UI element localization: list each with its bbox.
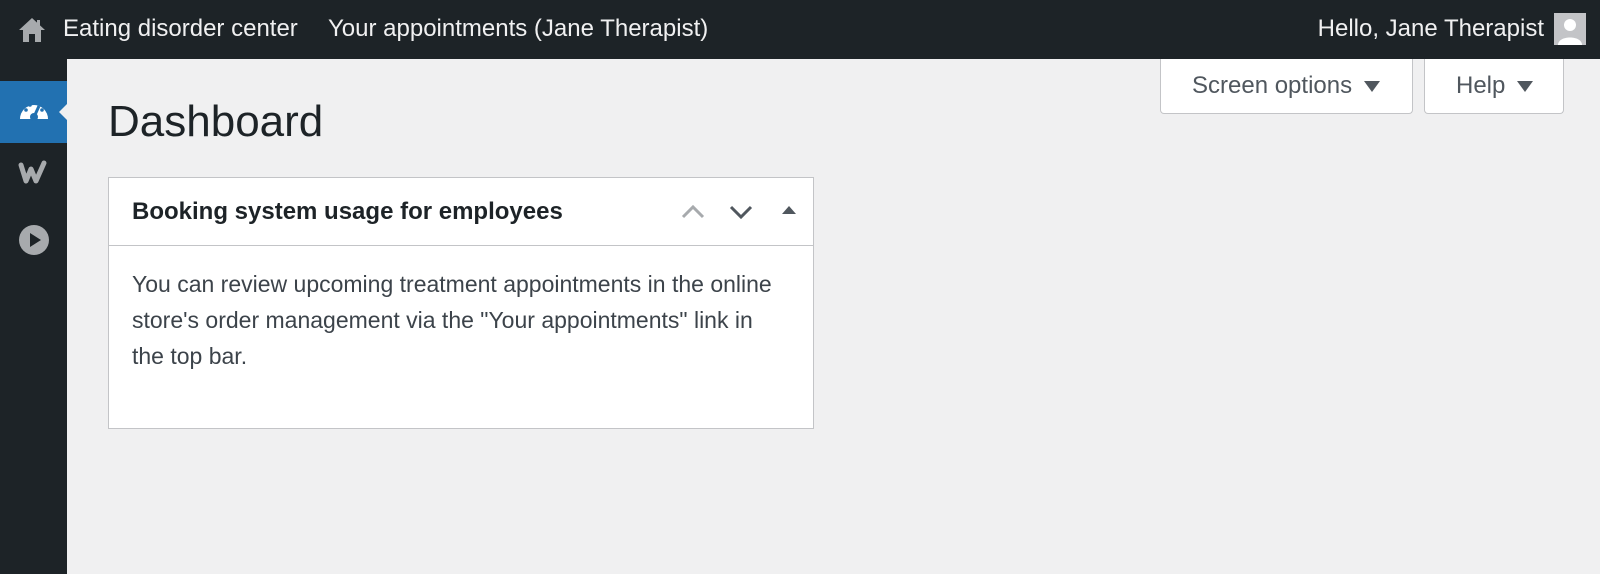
dashboard-widget: Booking system usage for employees You c… [108, 177, 814, 429]
woocommerce-w-icon [18, 160, 46, 184]
screen-options-button[interactable]: Screen options [1160, 59, 1413, 114]
site-name-link[interactable]: Eating disorder center [63, 15, 298, 43]
toggle-panel-icon[interactable] [771, 194, 807, 230]
caret-down-icon [1517, 80, 1534, 92]
help-button[interactable]: Help [1424, 59, 1564, 114]
home-icon[interactable] [16, 14, 48, 46]
widget-body-text: You can review upcoming treatment appoin… [132, 271, 772, 369]
sidebar-item-woocommerce[interactable] [0, 141, 67, 203]
help-label: Help [1456, 72, 1506, 99]
page-title: Dashboard [108, 97, 324, 146]
dashboard-gauge-icon [19, 103, 48, 121]
caret-down-icon [1364, 80, 1381, 92]
move-down-icon[interactable] [723, 194, 759, 230]
play-circle-icon [18, 225, 49, 255]
admin-top-bar: Eating disorder center Your appointments… [0, 0, 1600, 59]
widget-title: Booking system usage for employees [132, 198, 563, 225]
widget-header[interactable]: Booking system usage for employees [109, 178, 813, 246]
screen-options-label: Screen options [1192, 72, 1353, 99]
user-greeting[interactable]: Hello, Jane Therapist [1318, 15, 1544, 43]
sidebar-item-dashboard[interactable] [0, 81, 67, 143]
user-avatar-icon[interactable] [1554, 13, 1586, 45]
admin-sidebar [0, 59, 67, 574]
move-up-icon[interactable] [675, 194, 711, 230]
your-appointments-link[interactable]: Your appointments (Jane Therapist) [328, 15, 708, 43]
sidebar-item-media[interactable] [0, 209, 67, 271]
